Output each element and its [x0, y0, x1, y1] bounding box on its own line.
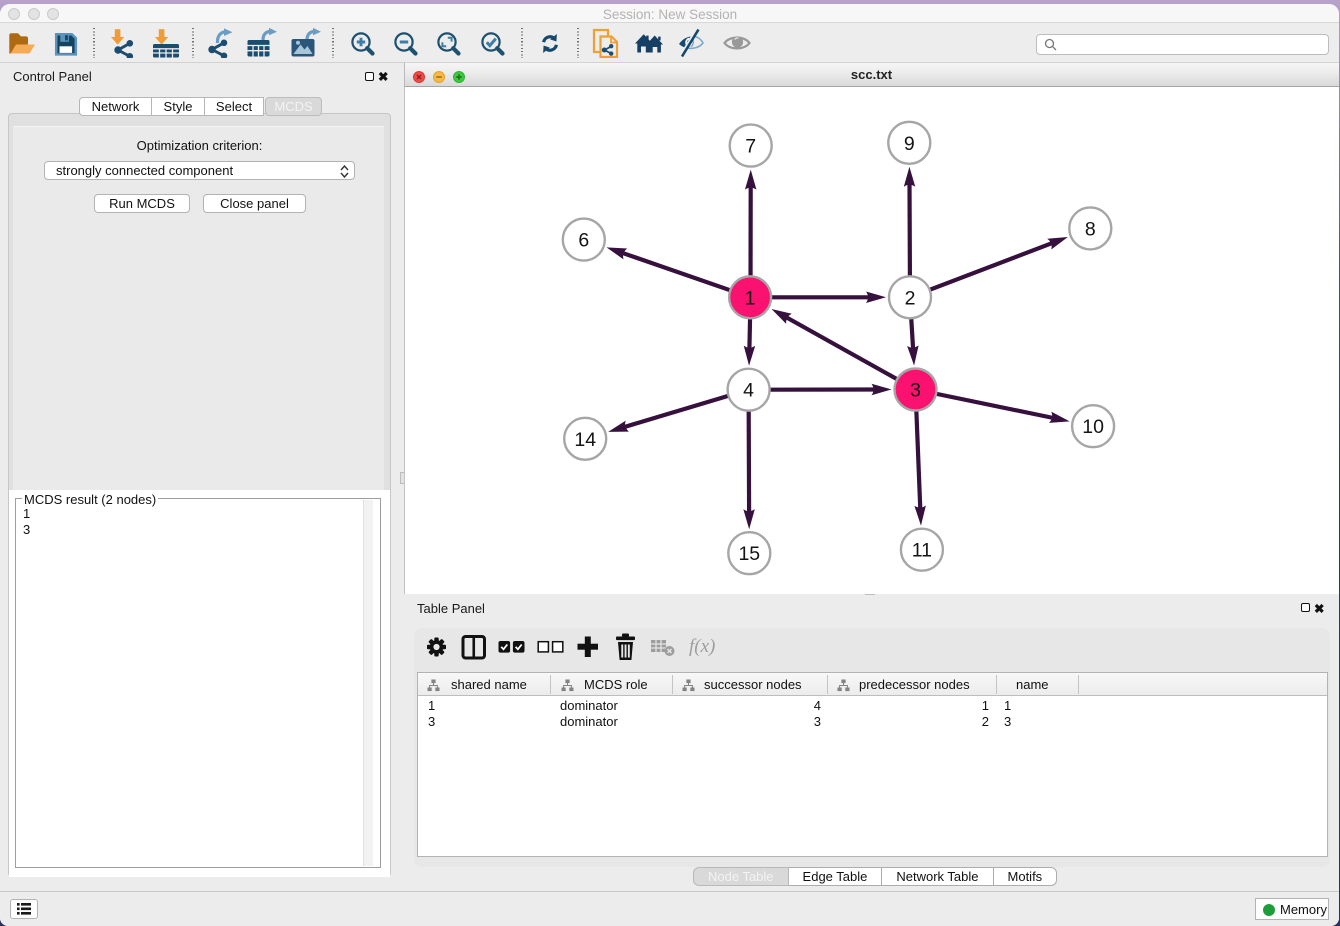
svg-text:2: 2: [905, 287, 916, 309]
svg-text:3: 3: [910, 380, 921, 402]
svg-text:14: 14: [574, 429, 596, 451]
svg-text:15: 15: [738, 543, 760, 565]
svg-text:9: 9: [904, 133, 915, 155]
svg-text:1: 1: [745, 287, 756, 309]
svg-text:8: 8: [1085, 218, 1096, 240]
svg-text:10: 10: [1082, 416, 1104, 438]
svg-text:4: 4: [743, 380, 754, 402]
svg-text:6: 6: [578, 230, 589, 252]
svg-text:7: 7: [745, 136, 756, 158]
svg-text:11: 11: [912, 540, 932, 562]
